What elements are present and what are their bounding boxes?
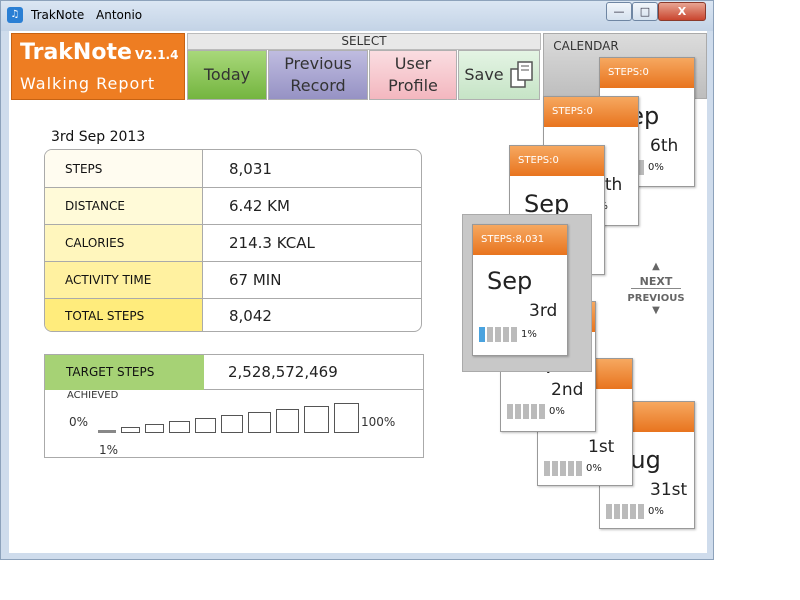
user-profile-button[interactable]: User Profile [369,50,457,100]
card-day: 2nd [551,380,584,400]
card-percent: 0% [648,162,664,173]
card-progress-bar [568,461,574,476]
main-content: TrakNote V2.1.4 Walking Report SELECT To… [9,31,707,553]
card-progress-bar [487,327,493,342]
card-percent: 1% [521,329,537,340]
user-profile-label: User Profile [388,54,438,95]
close-button[interactable]: X [658,2,706,21]
save-button[interactable]: Save [458,50,540,100]
progress-step-bar [221,415,243,433]
save-document-icon [509,61,533,88]
next-up-arrow-icon[interactable]: ▲ [631,261,681,272]
app-logo: TrakNote V2.1.4 Walking Report [11,33,185,100]
target-panel: TARGET STEPS 2,528,572,469 ACHIEVED 0% 1… [44,354,424,458]
card-steps: STEPS:8,031 [473,225,567,255]
app-window: ♫ TrakNote Antonio — □ X TrakNote V2.1.4… [0,0,714,560]
card-steps: STEPS:0 [544,97,638,127]
stats-row-distance: DISTANCE 6.42 KM [45,187,421,224]
title-bar[interactable]: ♫ TrakNote Antonio — □ X [1,1,713,31]
card-percent: 0% [549,406,565,417]
card-progress-bar [495,327,501,342]
previous-record-button[interactable]: Previous Record [268,50,368,100]
stats-table: STEPS 8,031 DISTANCE 6.42 KM CALORIES 21… [44,149,422,332]
card-progress-bar [507,404,513,419]
maximize-button[interactable]: □ [632,2,658,21]
calendar-heading: CALENDAR [553,39,619,53]
progress-min-label: 0% [69,415,89,429]
card-month: Sep [487,267,533,295]
stats-row-activity-time: ACTIVITY TIME 67 MIN [45,261,421,298]
logo-name: TrakNote [20,40,132,65]
progress-step-bar [194,418,216,433]
stats-row-calories: CALORIES 214.3 KCAL [45,224,421,261]
card-progress-bar [560,461,566,476]
logo-version: V2.1.4 [135,48,179,62]
progress-step-bar [121,427,140,433]
logo-subtitle: Walking Report [20,74,156,93]
steps-value: 8,031 [202,150,421,187]
calendar-card[interactable]: STEPS:8,031 Sep 3rd 1% [472,224,568,356]
progress-max-label: 100% [361,415,396,429]
card-percent: 0% [586,463,602,474]
app-title: TrakNote [31,8,85,22]
card-day: 31st [650,480,688,500]
save-label: Save [464,65,504,84]
card-progress-bar [479,327,485,342]
card-steps: STEPS:0 [600,58,694,88]
progress-step-bar [275,409,300,433]
distance-label: DISTANCE [45,188,202,224]
card-progress-bar [523,404,529,419]
target-steps-value: 2,528,572,469 [204,355,424,390]
progress-step-bar [144,424,165,433]
today-button[interactable]: Today [187,50,267,100]
previous-record-label: Previous Record [284,54,352,95]
card-day: 3rd [529,301,558,321]
minimize-button[interactable]: — [606,2,632,21]
activity-time-value: 67 MIN [202,262,421,298]
card-progress-bar [511,327,517,342]
total-steps-value: 8,042 [202,299,421,331]
card-progress-bar [630,504,636,519]
progress-current-label: 1% [99,443,119,457]
progress-step-bar [333,403,359,433]
card-progress-bar [622,504,628,519]
progress-step-bar [169,421,190,433]
calories-value: 214.3 KCAL [202,225,421,261]
card-percent: 0% [648,506,664,517]
progress-step-bar [304,406,329,433]
next-button[interactable]: NEXT [631,275,681,289]
previous-down-arrow-icon[interactable]: ▼ [631,305,681,316]
report-date: 3rd Sep 2013 [51,129,146,145]
card-progress-bar [503,327,509,342]
calories-label: CALORIES [45,225,202,261]
card-progress-bar [552,461,558,476]
card-progress-bar [539,404,545,419]
stats-row-steps: STEPS 8,031 [45,150,421,187]
stats-row-total-steps: TOTAL STEPS 8,042 [45,298,421,331]
card-progress-bar [531,404,537,419]
card-day: 6th [650,136,679,156]
target-steps-label: TARGET STEPS [45,355,204,390]
card-progress-bar [614,504,620,519]
card-progress-bar [606,504,612,519]
activity-time-label: ACTIVITY TIME [45,262,202,298]
progress-step-bar [98,430,116,433]
steps-label: STEPS [45,150,202,187]
footprint-icon: ♫ [7,7,23,23]
select-heading: SELECT [187,33,541,50]
previous-button[interactable]: PREVIOUS [621,293,691,304]
card-progress-bar [576,461,582,476]
card-day: 1st [588,437,615,457]
user-name: Antonio [96,8,143,22]
achieved-label: ACHIEVED [67,390,119,401]
card-progress-bar [638,504,644,519]
card-progress-bar [544,461,550,476]
today-label: Today [203,65,251,84]
progress-step-bar [248,412,271,433]
distance-value: 6.42 KM [202,188,421,224]
card-progress-bar [515,404,521,419]
card-steps: STEPS:0 [510,146,604,176]
total-steps-label: TOTAL STEPS [45,299,202,331]
